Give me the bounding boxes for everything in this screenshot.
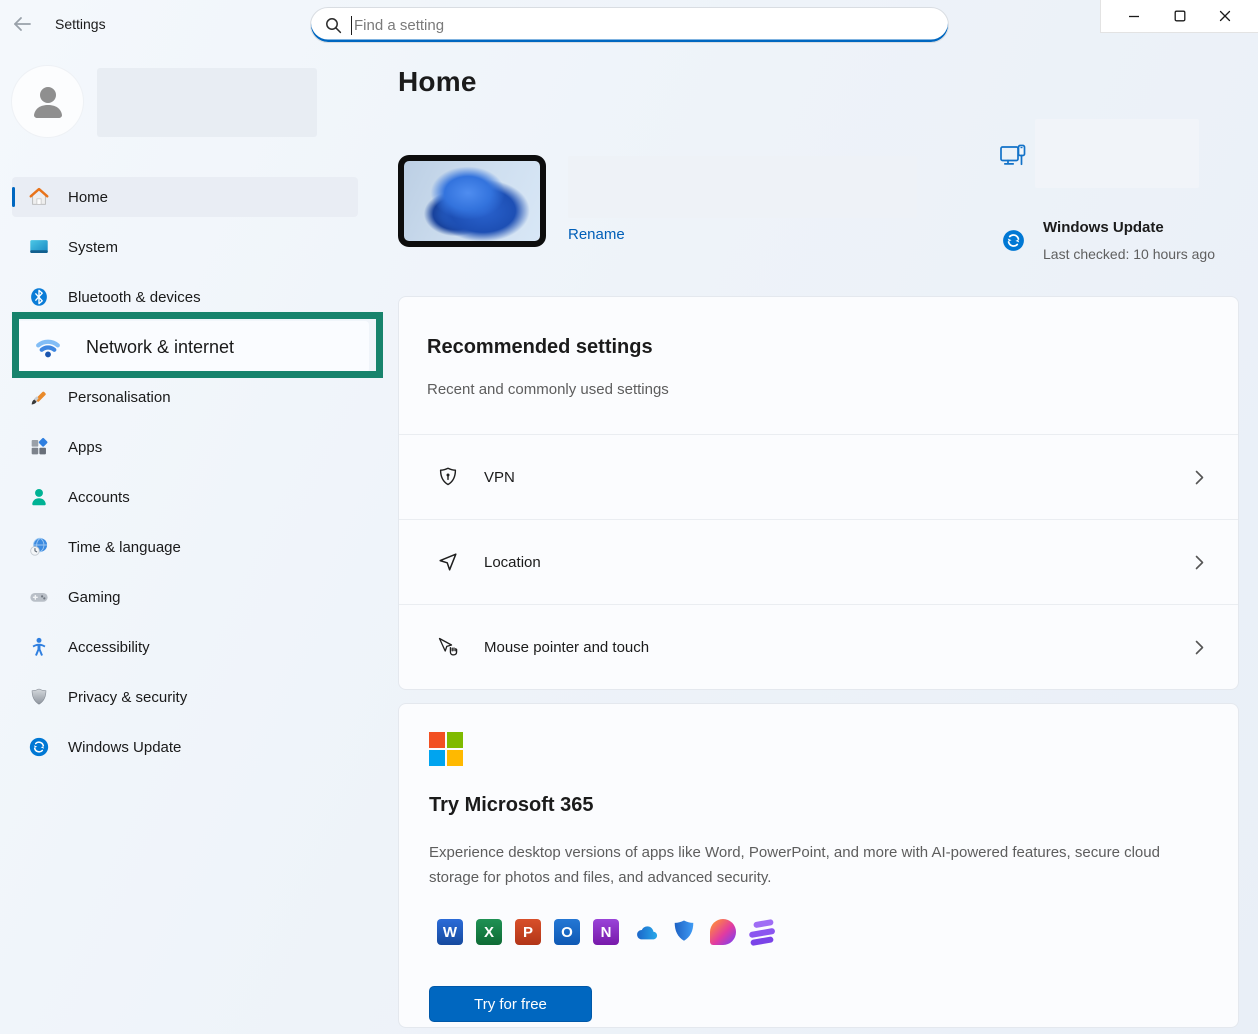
windows-update-title: Windows Update [1043,219,1164,236]
search-icon [325,17,342,34]
sidebar-item-label: Accounts [68,489,130,506]
setting-row-vpn[interactable]: VPN [399,434,1238,519]
sidebar-item-label: Personalisation [68,389,171,406]
m365-promo-card: Try Microsoft 365 Experience desktop ver… [398,703,1239,1028]
setting-row-label: Location [484,554,541,571]
avatar[interactable] [12,66,83,137]
sidebar-item-accounts[interactable]: Accounts [12,477,358,517]
sidebar-item-label: Windows Update [68,739,181,756]
section-title: Recommended settings [427,336,653,359]
setting-row-mouse-pointer[interactable]: Mouse pointer and touch [399,604,1238,689]
sidebar-item-label: Bluetooth & devices [68,289,201,306]
minimize-icon [1128,10,1140,22]
device-thumbnail [398,155,546,247]
sidebar-item-label: Apps [68,439,102,456]
sidebar-item-accessibility[interactable]: Accessibility [12,627,358,667]
close-icon [1219,10,1231,22]
sidebar-item-label: Accessibility [68,639,150,656]
app-title: Settings [55,16,106,32]
sidebar-item-label: Home [68,189,108,206]
rename-link[interactable]: Rename [568,226,625,243]
onedrive-icon [632,919,658,945]
apps-icon [28,436,50,458]
m365-description: Experience desktop versions of apps like… [429,840,1177,890]
powerpoint-icon: P [515,919,541,945]
sidebar-item-label: Privacy & security [68,689,187,706]
accessibility-icon [28,636,50,658]
window-controls [1100,0,1258,33]
person-icon [26,80,70,124]
maximize-button[interactable] [1166,3,1194,29]
device-name-redacted [568,156,917,218]
sidebar-item-bluetooth[interactable]: Bluetooth & devices [12,277,358,317]
sync-icon [1001,228,1026,253]
sidebar-item-label: Network & internet [86,337,234,358]
gamepad-icon [28,586,50,608]
outlook-icon: O [554,919,580,945]
defender-icon [671,919,697,945]
clipchamp-icon [749,919,775,945]
word-icon: W [437,919,463,945]
location-arrow-icon [436,550,460,574]
home-icon [28,186,50,208]
setting-row-location[interactable]: Location [399,519,1238,604]
settings-window: Settings Home [0,0,1258,1034]
sidebar-item-time-language[interactable]: Time & language [12,527,358,567]
designer-icon [710,919,736,945]
chevron-right-icon [1195,470,1204,485]
microsoft-logo-icon [429,732,463,766]
try-for-free-button[interactable]: Try for free [429,986,592,1022]
sidebar-item-label: System [68,239,118,256]
m365-title: Try Microsoft 365 [429,794,594,817]
windows-update-status: Last checked: 10 hours ago [1043,246,1215,262]
maximize-icon [1174,10,1186,22]
selected-indicator [12,187,15,207]
account-name-redacted [97,68,317,137]
sync-icon [28,736,50,758]
sidebar-item-privacy[interactable]: Privacy & security [12,677,358,717]
vpn-shield-icon [436,465,460,489]
sidebar-item-windows-update[interactable]: Windows Update [12,727,358,767]
sidebar-item-apps[interactable]: Apps [12,427,358,467]
search-input[interactable] [354,17,934,34]
bluetooth-icon [28,286,50,308]
chevron-right-icon [1195,640,1204,655]
connected-device-icon [999,143,1029,171]
setting-row-label: VPN [484,469,515,486]
close-button[interactable] [1211,3,1239,29]
recommended-settings-card: Recommended settings Recent and commonly… [398,296,1239,690]
recommended-rows: VPN Location Mouse pointer and touch [399,434,1238,689]
back-button[interactable] [10,13,34,35]
back-arrow-icon [12,15,32,33]
sidebar-item-label: Gaming [68,589,121,606]
search-box[interactable] [310,7,949,43]
sidebar-item-system[interactable]: System [12,227,358,267]
shield-icon [28,686,50,708]
sidebar-item-label: Time & language [68,539,181,556]
chevron-right-icon [1195,555,1204,570]
sidebar-item-network[interactable]: Network & internet [12,321,369,373]
wifi-icon [34,333,62,361]
system-icon [28,236,50,258]
globe-clock-icon [28,536,50,558]
wallpaper-preview [404,161,540,241]
sidebar-item-home[interactable]: Home [12,177,358,217]
paintbrush-icon [28,386,50,408]
minimize-button[interactable] [1120,3,1148,29]
m365-app-icons: W X P O N [437,919,775,945]
network-name-redacted [1035,119,1199,188]
page-title: Home [398,66,477,98]
person-icon [28,486,50,508]
mouse-pointer-touch-icon [436,635,460,659]
onenote-icon: N [593,919,619,945]
setting-row-label: Mouse pointer and touch [484,639,649,656]
excel-icon: X [476,919,502,945]
sidebar-item-gaming[interactable]: Gaming [12,577,358,617]
section-subtitle: Recent and commonly used settings [427,381,669,398]
sidebar-item-personalisation[interactable]: Personalisation [12,377,358,417]
text-caret [351,16,352,35]
